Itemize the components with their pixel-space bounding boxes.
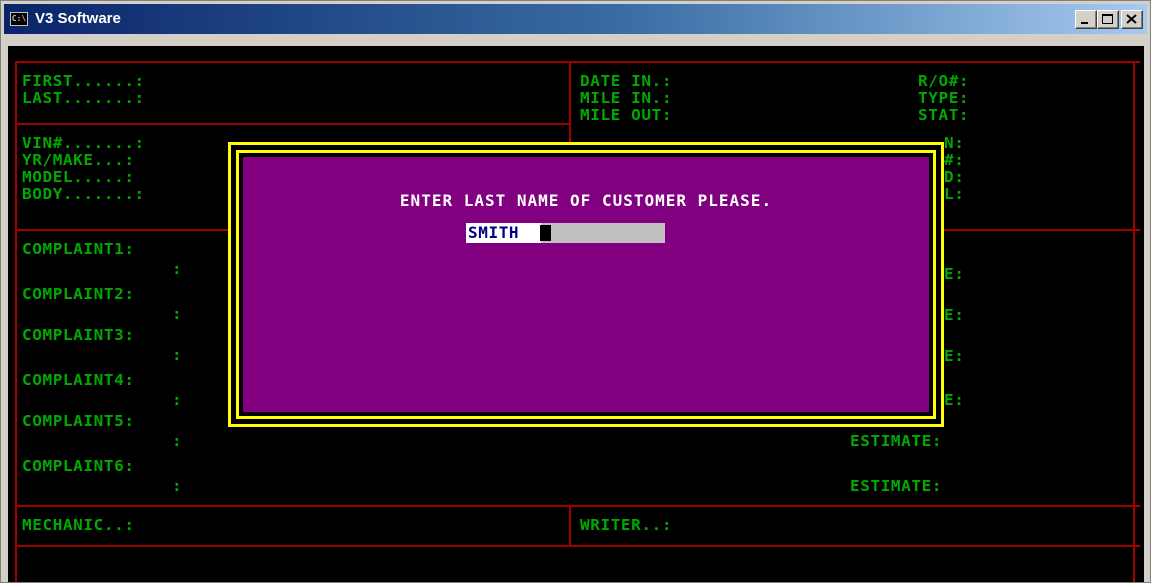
- body-label: BODY.......:: [22, 185, 145, 203]
- mechanic-label: MECHANIC..:: [22, 516, 135, 534]
- right-field-label: L:: [944, 185, 965, 203]
- type-label: TYPE:: [918, 89, 970, 107]
- last-name-label: LAST.......:: [22, 89, 145, 107]
- first-name-label: FIRST......:: [22, 72, 145, 90]
- dialog-inner-border: ENTER LAST NAME OF CUSTOMER PLEASE. SMIT…: [236, 150, 936, 419]
- estimate-label: ESTIMATE:: [850, 477, 943, 495]
- frame-line: [15, 123, 571, 125]
- model-label: MODEL.....:: [22, 168, 135, 186]
- ro-number-label: R/O#:: [918, 72, 970, 90]
- frame-line: [569, 505, 571, 547]
- text-cursor: [540, 225, 551, 241]
- console-app-icon[interactable]: C:\: [10, 12, 28, 26]
- complaint-2-label: COMPLAINT2:: [22, 285, 135, 303]
- mile-out-label: MILE OUT:: [580, 106, 673, 124]
- minimize-button[interactable]: [1075, 10, 1097, 29]
- console-window: C:\ V3 Software FIRST......: LAST.......…: [0, 0, 1151, 583]
- estimate-label: ESTIMATE:: [850, 432, 943, 450]
- complaint-continuation: :: [172, 305, 183, 323]
- window-title: V3 Software: [35, 10, 121, 27]
- minimize-icon: [1081, 22, 1088, 24]
- complaint-1-label: COMPLAINT1:: [22, 240, 135, 258]
- frame-line: [15, 61, 1140, 63]
- right-field-label: #:: [944, 151, 965, 169]
- complaint-continuation: :: [172, 346, 183, 364]
- complaint-continuation: :: [172, 432, 183, 450]
- title-bar[interactable]: C:\ V3 Software: [4, 4, 1147, 34]
- frame-line: [15, 505, 1140, 507]
- stat-label: STAT:: [918, 106, 970, 124]
- complaint-continuation: :: [172, 260, 183, 278]
- complaint-3-label: COMPLAINT3:: [22, 326, 135, 344]
- right-field-label: D:: [944, 168, 965, 186]
- customer-search-dialog: ENTER LAST NAME OF CUSTOMER PLEASE. SMIT…: [228, 142, 944, 427]
- estimate-label-partial: E:: [944, 265, 965, 283]
- complaint-6-label: COMPLAINT6:: [22, 457, 135, 475]
- complaint-4-label: COMPLAINT4:: [22, 371, 135, 389]
- date-in-label: DATE IN.:: [580, 72, 673, 90]
- console-screen[interactable]: FIRST......: LAST.......: VIN#.......: Y…: [8, 46, 1144, 582]
- vin-label: VIN#.......:: [22, 134, 145, 152]
- frame-line: [1133, 61, 1135, 582]
- complaint-continuation: :: [172, 391, 183, 409]
- frame-line: [15, 545, 1140, 547]
- right-field-label: N:: [944, 134, 965, 152]
- frame-line: [15, 61, 17, 582]
- close-button[interactable]: [1121, 10, 1143, 29]
- dialog-body: ENTER LAST NAME OF CUSTOMER PLEASE. SMIT…: [243, 157, 929, 412]
- estimate-label-partial: E:: [944, 306, 965, 324]
- last-name-input-value[interactable]: SMITH: [468, 225, 519, 241]
- estimate-label-partial: E:: [944, 391, 965, 409]
- mile-in-label: MILE IN.:: [580, 89, 673, 107]
- maximize-icon: [1102, 14, 1113, 24]
- complaint-continuation: :: [172, 477, 183, 495]
- dialog-prompt: ENTER LAST NAME OF CUSTOMER PLEASE.: [399, 191, 773, 210]
- close-icon: [1126, 14, 1137, 24]
- maximize-button[interactable]: [1097, 10, 1119, 29]
- estimate-label-partial: E:: [944, 347, 965, 365]
- complaint-5-label: COMPLAINT5:: [22, 412, 135, 430]
- yr-make-label: YR/MAKE...:: [22, 151, 135, 169]
- writer-label: WRITER..:: [580, 516, 673, 534]
